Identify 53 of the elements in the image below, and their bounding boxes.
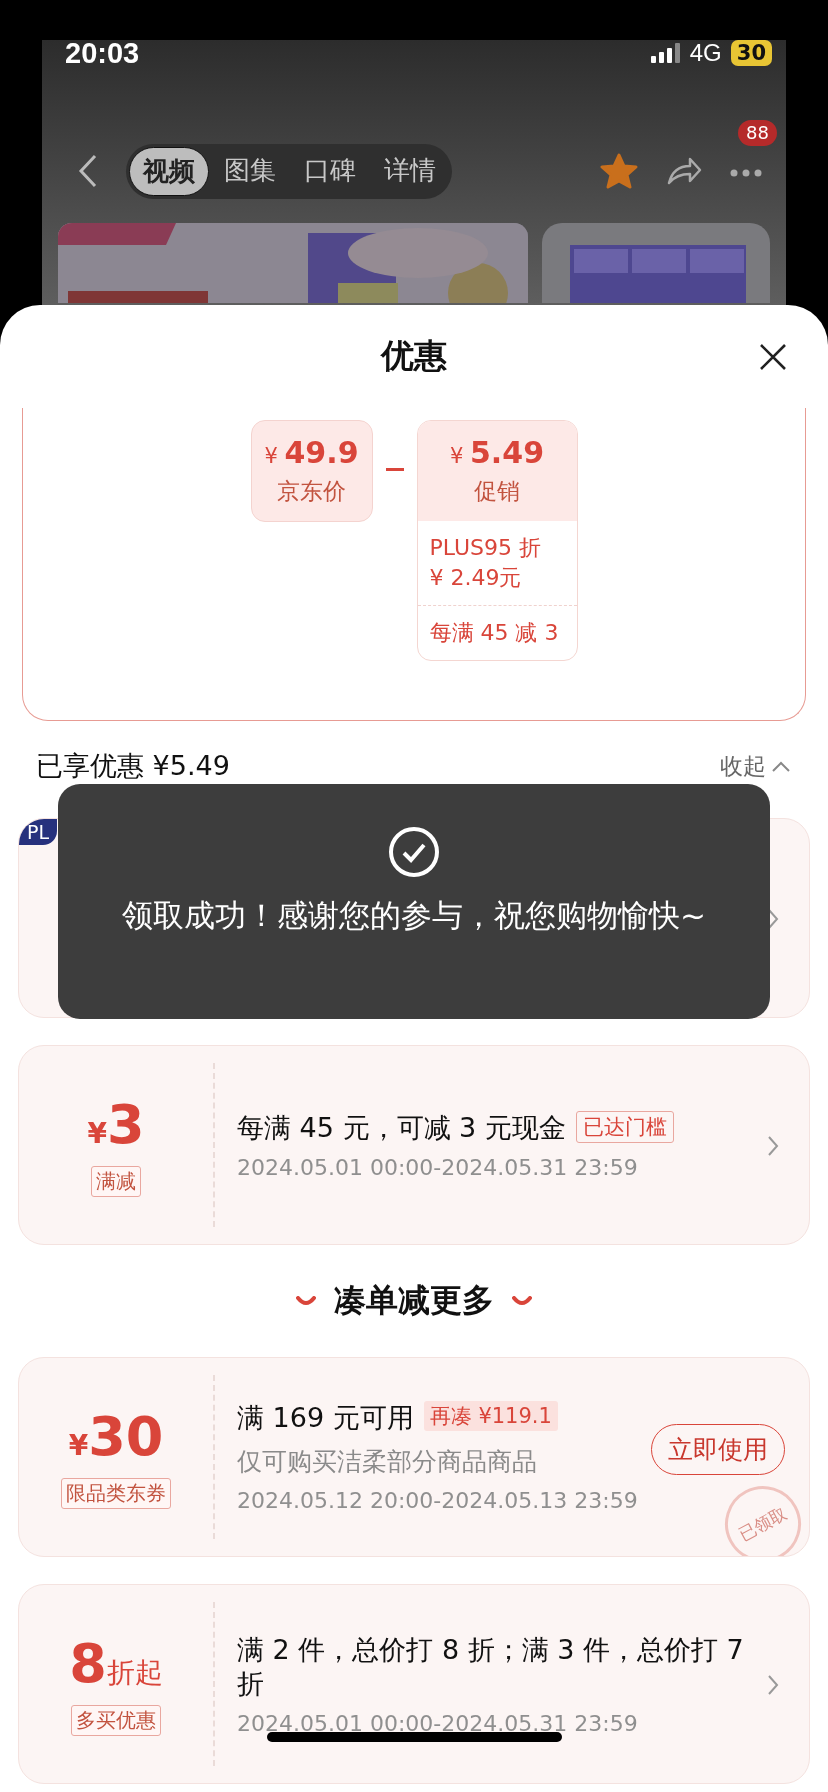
chevron-up-icon xyxy=(772,760,790,772)
coupon-value: ¥3 xyxy=(87,1093,145,1156)
toast-message: 领取成功！感谢您的参与，祝您购物愉快~ xyxy=(121,896,707,934)
collapse-link[interactable]: 收起 xyxy=(720,750,790,782)
validity-date: 2024.05.01 00:00-2024.05.31 23:59 xyxy=(237,1710,638,1736)
share-icon[interactable] xyxy=(666,155,702,187)
notification-badge: 88 xyxy=(738,119,777,146)
coupon-type-tag: 多买优惠 xyxy=(71,1705,161,1736)
section-title: 凑单减更多 xyxy=(334,1280,494,1321)
back-icon[interactable] xyxy=(78,154,98,188)
status-tag: 已达门槛 xyxy=(575,1110,674,1143)
validity-date: 2024.05.12 20:00-2024.05.13 23:59 xyxy=(237,1488,638,1513)
more-icon[interactable] xyxy=(730,168,762,177)
plus-badge: PL xyxy=(19,819,58,845)
tab[interactable]: 口碑 xyxy=(291,146,369,196)
status-time: 20:03 xyxy=(65,40,140,70)
coupon-type-tag: 限品类东券 xyxy=(61,1478,171,1509)
price-label: 京东价 xyxy=(277,477,346,506)
coupon-title: 每满 45 元，可减 3 元现金 xyxy=(237,1110,566,1145)
star-icon[interactable] xyxy=(600,153,638,189)
network-label: 4G xyxy=(689,40,722,67)
coupon-type-tag: 满减 xyxy=(91,1166,141,1197)
price-label: 促销 xyxy=(474,477,520,506)
validity-date: 2024.05.01 00:00-2024.05.31 23:59 xyxy=(237,1154,638,1180)
price-amount: ¥ 5.49 xyxy=(449,435,545,470)
check-icon xyxy=(388,826,440,878)
signal-icon xyxy=(650,43,681,63)
coupon-card[interactable]: ¥3 满减 每满 45 元，可减 3 元现金 已达门槛 2024.05.01 00:00-2024.05.31 23:59 xyxy=(18,1045,810,1245)
chevron-right-icon xyxy=(767,1135,779,1157)
promo-detail: 每满 45 减 3 xyxy=(429,619,560,647)
chevron-right-icon xyxy=(767,1674,779,1696)
tab[interactable]: 图集 xyxy=(211,146,289,196)
coupon-value: 8折起 xyxy=(69,1632,163,1695)
coupon-card[interactable]: 8折起 多买优惠 满 2 件，总价打 8 折；满 3 件，总价打 7 折 2024.05.01 00:00-2024.05.31 23:59 xyxy=(18,1584,810,1784)
coupon-title: 满 169 元可用 xyxy=(237,1401,414,1435)
status-tag: 再凑 ¥119.1 xyxy=(423,1401,558,1431)
chevron-right-icon xyxy=(767,908,779,930)
smile-icon xyxy=(296,1296,316,1306)
price-amount: ¥ 49.9 xyxy=(264,435,359,470)
promo-detail: ¥ 2.49元 xyxy=(429,564,523,592)
promo-detail: PLUS95 折 xyxy=(429,534,542,562)
tab[interactable]: 视频 xyxy=(129,146,209,196)
smile-icon xyxy=(512,1296,532,1306)
tab[interactable]: 详情 xyxy=(371,146,449,196)
savings-total: 已享优惠 ¥5.49 xyxy=(36,749,230,783)
sheet-title: 优惠 xyxy=(381,335,447,377)
coupon-scope: 仅可购买洁柔部分商品商品 xyxy=(237,1446,537,1478)
coupon-title: 满 2 件，总价打 8 折；满 3 件，总价打 7 折 xyxy=(237,1632,745,1701)
minus-icon xyxy=(385,468,404,471)
coupon-card[interactable]: ¥30 限品类东券 满 169 元可用 再凑 ¥119.1 仅可购买洁柔部分商品商品 2024.05.12 20:00-2024.05.13 23:59 立即使用 已领取 xyxy=(18,1357,810,1557)
coupon-value: ¥30 xyxy=(68,1405,164,1468)
close-icon[interactable] xyxy=(759,343,787,371)
battery-indicator: 30 xyxy=(730,40,772,66)
